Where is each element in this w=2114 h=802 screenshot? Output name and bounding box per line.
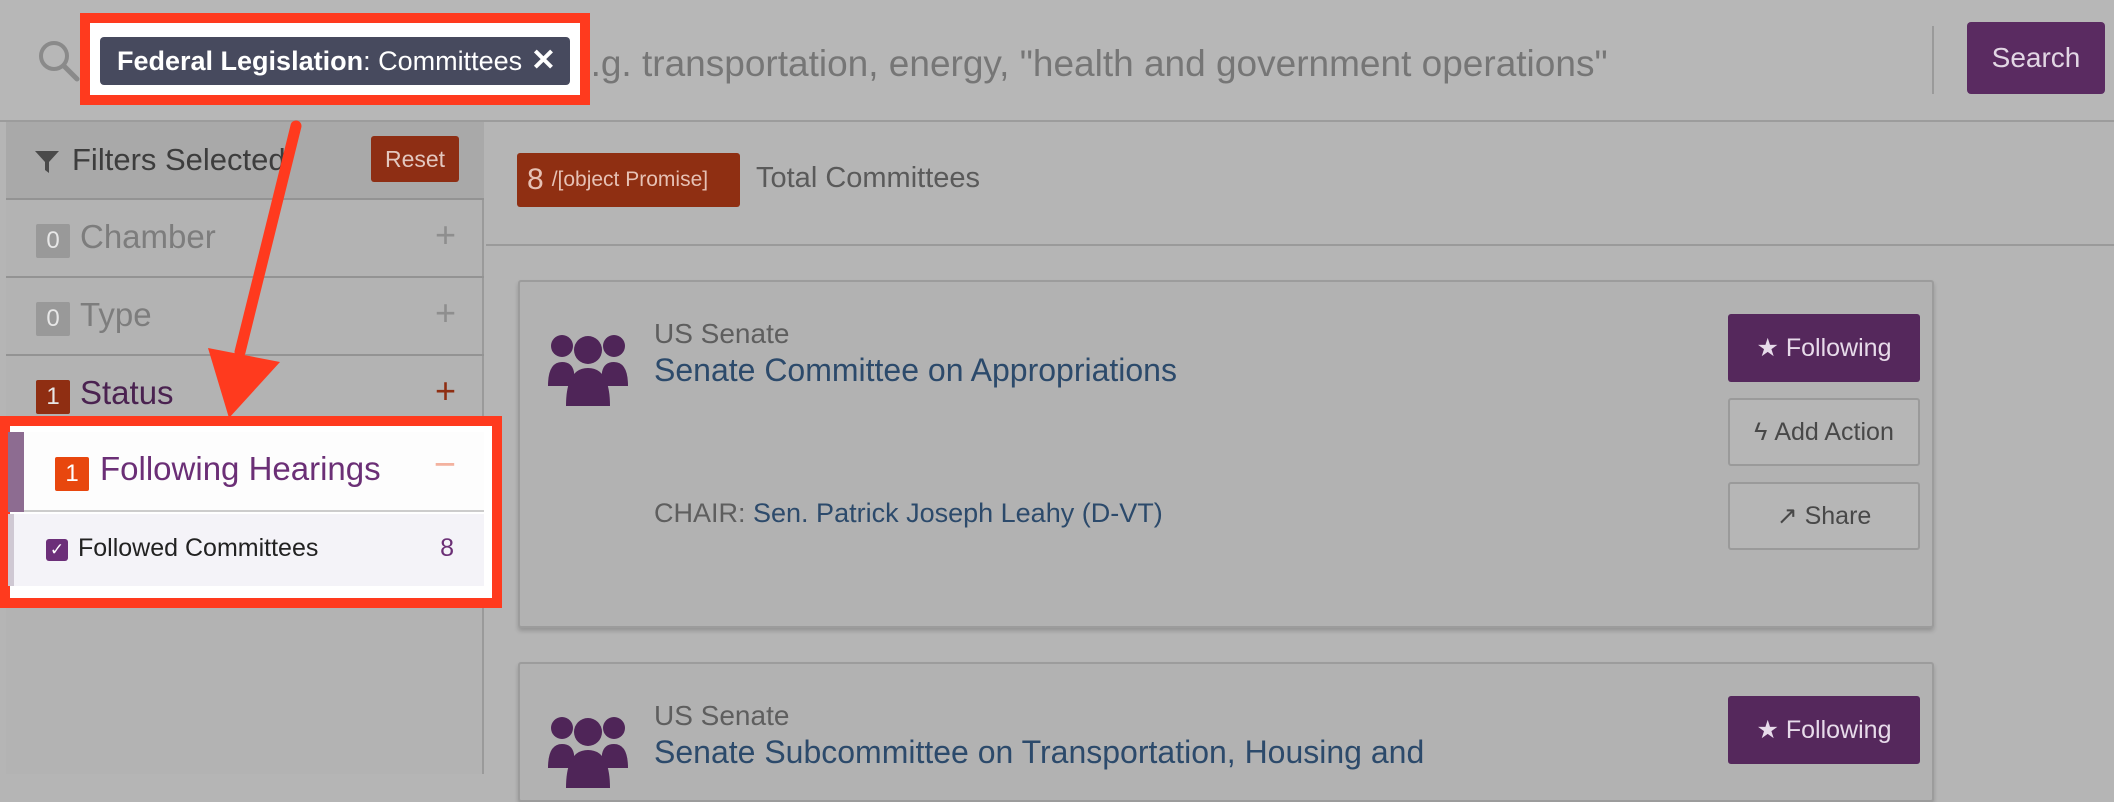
- share-icon: ↗: [1776, 502, 1798, 530]
- filter-option-followed-committees[interactable]: ✓ Followed Committees 8: [8, 514, 484, 586]
- funnel-icon: [35, 151, 59, 173]
- divider: [1932, 26, 1934, 94]
- search-button[interactable]: Search: [1967, 22, 2105, 94]
- committee-chamber: US Senate: [654, 700, 790, 731]
- active-stripe: [8, 432, 24, 512]
- chair-label: CHAIR:: [654, 498, 754, 528]
- star-icon: ★: [1756, 716, 1779, 744]
- option-stripe: [8, 514, 14, 586]
- facet-following-hearings[interactable]: 1 Following Hearings −: [8, 432, 484, 512]
- committee-chamber: US Senate: [654, 318, 790, 349]
- group-icon: [548, 717, 628, 788]
- facet-count-badge: 1: [55, 457, 89, 491]
- facet-label: Type: [80, 296, 152, 333]
- facet-label: Following Hearings: [100, 450, 381, 487]
- search-input[interactable]: [570, 38, 1920, 90]
- search-icon: [39, 41, 80, 82]
- results-count: 8: [527, 163, 544, 196]
- results-total-label: Total Committees: [756, 162, 981, 194]
- option-label: Followed Committees: [78, 534, 319, 562]
- facet-count-badge: 0: [36, 224, 70, 258]
- results-count-badge: 8 /[object Promise]: [517, 153, 740, 207]
- committee-card: US Senate Senate Subcommittee on Transpo…: [518, 662, 1934, 802]
- committee-card: US Senate Senate Committee on Appropriat…: [518, 280, 1934, 628]
- following-label: Following: [1785, 716, 1892, 744]
- results-count-suffix: /[object Promise]: [551, 168, 709, 191]
- share-label: Share: [1804, 502, 1872, 530]
- filters-title: Filters Selected: [72, 142, 286, 177]
- share-button[interactable]: ↗ Share: [1728, 482, 1920, 550]
- filter-chip[interactable]: Federal Legislation: Committees ✕: [100, 37, 570, 85]
- committee-name-link[interactable]: Senate Committee on Appropriations: [654, 352, 1177, 389]
- facet-count-badge: 1: [36, 380, 70, 414]
- facet-label: Chamber: [80, 218, 216, 255]
- following-label: Following: [1785, 334, 1892, 362]
- following-button[interactable]: ★ Following: [1728, 314, 1920, 382]
- add-action-label: Add Action: [1774, 417, 1894, 446]
- chip-value: : Committees: [363, 45, 523, 76]
- facet-chamber[interactable]: 0 Chamber +: [6, 200, 484, 278]
- group-icon: [548, 335, 628, 406]
- plus-icon[interactable]: +: [435, 370, 456, 412]
- star-icon: ★: [1756, 334, 1779, 362]
- following-button[interactable]: ★ Following: [1728, 696, 1920, 764]
- option-count: 8: [440, 534, 454, 562]
- committee-name-link[interactable]: Senate Subcommittee on Transportation, H…: [654, 734, 1424, 771]
- filters-header: Filters Selected Reset: [6, 122, 484, 200]
- checkbox[interactable]: ✓: [46, 539, 68, 561]
- plus-icon[interactable]: +: [435, 292, 456, 334]
- facet-type[interactable]: 0 Type +: [6, 278, 484, 356]
- plus-icon[interactable]: +: [435, 214, 456, 256]
- facet-count-badge: 0: [36, 302, 70, 336]
- add-action-button[interactable]: ϟ Add Action: [1728, 398, 1920, 466]
- minus-icon[interactable]: −: [434, 444, 456, 487]
- close-icon[interactable]: ✕: [531, 43, 556, 78]
- chip-category: Federal Legislation: [117, 45, 364, 76]
- reset-button[interactable]: Reset: [371, 136, 459, 182]
- bolt-icon: ϟ: [1754, 417, 1768, 446]
- committee-chair: CHAIR: Sen. Patrick Joseph Leahy (D-VT): [654, 498, 1163, 529]
- facet-label: Status: [80, 374, 174, 411]
- chair-name-link[interactable]: Sen. Patrick Joseph Leahy (D-VT): [753, 498, 1163, 528]
- results-header: 8 /[object Promise] Total Committees: [486, 122, 2114, 246]
